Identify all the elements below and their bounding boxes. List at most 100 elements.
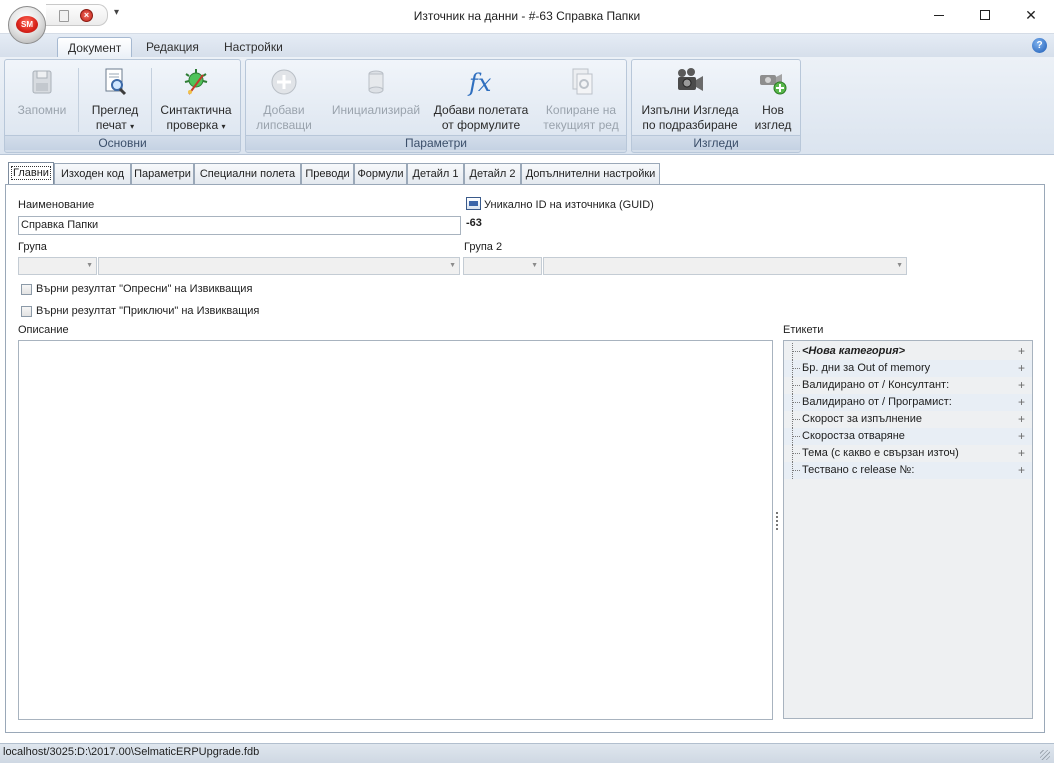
tab-parameters[interactable]: Параметри — [131, 163, 194, 184]
plus-icon[interactable]: + — [1018, 343, 1025, 359]
group-code-combo[interactable]: ▼ — [18, 257, 97, 275]
resize-grip-icon[interactable] — [1040, 750, 1050, 760]
group-label-views: Изгледи — [632, 135, 800, 150]
run-default-view-button[interactable]: Изпълни Изгледа по подразбиране — [636, 64, 744, 136]
guid-value: -63 — [466, 217, 482, 229]
separator — [78, 68, 79, 132]
initialize-button[interactable]: Инициализирай — [326, 64, 426, 136]
ribbon-group-views: Изпълни Изгледа по подразбиране Нов изгл… — [631, 59, 801, 153]
tags-tree: <Нова категория> + Бр. дни за Out of mem… — [783, 340, 1033, 719]
minimize-button[interactable] — [916, 0, 962, 31]
tree-line — [792, 428, 800, 445]
group-label: Група — [18, 241, 47, 253]
tag-item-label: Тема (с какво е свързан източ) — [802, 447, 959, 459]
tag-item[interactable]: Бр. дни за Out of memory + — [784, 360, 1032, 377]
tag-item-new-category[interactable]: <Нова категория> + — [784, 343, 1032, 360]
tag-item-label: Бр. дни за Out of memory — [802, 362, 931, 374]
tree-line — [792, 377, 800, 394]
chevron-down-icon: ▼ — [86, 262, 93, 269]
save-ribbon-button[interactable]: Запомни — [7, 64, 77, 136]
tab-document[interactable]: Документ — [57, 37, 133, 58]
group2-label: Група 2 — [464, 241, 503, 253]
plus-icon[interactable]: + — [1018, 394, 1025, 410]
syntax-check-button[interactable]: Синтактична проверка ▾ — [153, 64, 239, 136]
add-formula-fields-button[interactable]: fx Добави полетата от формулите — [431, 64, 531, 136]
tab-main[interactable]: Главни — [8, 162, 54, 185]
tab-source-code[interactable]: Изходен код — [54, 163, 131, 184]
tag-item[interactable]: Скорост за изпълнение + — [784, 411, 1032, 428]
refresh-result-checkbox[interactable] — [21, 284, 32, 295]
svg-text:fx: fx — [467, 69, 492, 97]
name-label: Наименование — [18, 199, 95, 211]
group-name-combo[interactable]: ▼ — [98, 257, 460, 275]
plus-icon[interactable]: + — [1018, 428, 1025, 444]
add-missing-label-2: липсващи — [256, 118, 312, 132]
tab-settings[interactable]: Настройки — [214, 37, 293, 58]
tree-line — [792, 445, 800, 462]
fx-icon: fx — [465, 66, 497, 98]
tag-item[interactable]: Валидирано от / Програмист: + — [784, 394, 1032, 411]
add-missing-button[interactable]: Добави липсващи — [250, 64, 318, 136]
close-button[interactable]: ✕ — [1008, 0, 1054, 31]
add-formula-fields-label-2: от формулите — [441, 118, 521, 132]
tag-item[interactable]: Тествано с release №: + — [784, 462, 1032, 479]
tab-detail-1[interactable]: Детайл 1 — [407, 163, 464, 184]
tab-formulas[interactable]: Формули — [354, 163, 407, 184]
chevron-down-icon: ▼ — [531, 262, 538, 269]
new-view-button[interactable]: Нов изглед — [748, 64, 798, 136]
description-textarea[interactable] — [18, 340, 773, 720]
minimize-icon — [934, 15, 944, 16]
plus-icon[interactable]: + — [1018, 462, 1025, 478]
app-logo-icon: SM — [16, 16, 38, 33]
plus-icon[interactable]: + — [1018, 360, 1025, 376]
group-label-basic: Основни — [5, 135, 240, 150]
tag-item[interactable]: Валидирано от / Консултант: + — [784, 377, 1032, 394]
application-menu-button[interactable]: SM — [8, 6, 46, 44]
plus-icon[interactable]: + — [1018, 411, 1025, 427]
ribbon: Запомни Преглед печат ▾ Синтактична пров… — [0, 57, 1054, 155]
tag-item-label: Скорост за изпълнение — [802, 413, 923, 425]
help-icon[interactable]: ? — [1032, 38, 1047, 53]
print-preview-button[interactable]: Преглед печат ▾ — [80, 64, 150, 136]
separator — [151, 68, 152, 132]
database-path: localhost/3025:D:\2017.00\SelmaticERPUpg… — [3, 746, 260, 758]
maximize-icon — [980, 10, 990, 20]
run-default-view-label-2: по подразбиране — [642, 118, 738, 132]
tags-label: Етикети — [783, 324, 824, 336]
tab-translations[interactable]: Преводи — [301, 163, 354, 184]
syntax-check-label-1: Синтактична — [160, 103, 232, 117]
group2-name-combo[interactable]: ▼ — [543, 257, 907, 275]
copy-current-row-button[interactable]: Копиране на текущият ред — [538, 64, 624, 136]
tree-line — [792, 360, 800, 377]
tab-additional-settings[interactable]: Допълнителни настройки — [521, 163, 660, 184]
guid-icon — [466, 197, 481, 210]
initialize-icon — [360, 66, 392, 98]
plus-icon[interactable]: + — [1018, 377, 1025, 393]
tag-item-label: Тествано с release №: — [802, 464, 915, 476]
tag-item[interactable]: Скоростза отваряне + — [784, 428, 1032, 445]
tag-item[interactable]: Тема (с какво е свързан източ) + — [784, 445, 1032, 462]
finish-result-checkbox[interactable] — [21, 306, 32, 317]
chevron-down-icon: ▼ — [449, 262, 456, 269]
group-label-parameters: Параметри — [246, 135, 626, 150]
syntax-check-label-2: проверка — [166, 118, 219, 132]
maximize-button[interactable] — [962, 0, 1008, 31]
copy-current-row-label-2: текущият ред — [543, 118, 619, 132]
panel-splitter[interactable] — [776, 322, 780, 718]
close-icon: ✕ — [1025, 7, 1037, 23]
plus-icon[interactable]: + — [1018, 445, 1025, 461]
tab-special-fields[interactable]: Специални полета — [194, 163, 301, 184]
group2-code-combo[interactable]: ▼ — [463, 257, 542, 275]
tab-detail-2[interactable]: Детайл 2 — [464, 163, 521, 184]
guid-label: Уникално ID на източника (GUID) — [484, 199, 654, 211]
run-view-icon — [674, 66, 706, 98]
tab-edit[interactable]: Редакция — [136, 37, 209, 58]
save-icon — [26, 66, 58, 98]
tag-item-label: <Нова категория> — [802, 345, 905, 357]
name-input[interactable]: Справка Папки — [18, 216, 461, 235]
syntax-check-icon — [180, 66, 212, 98]
tree-line — [792, 462, 800, 479]
initialize-label: Инициализирай — [331, 103, 421, 117]
print-preview-label-2: печат — [95, 118, 127, 132]
copy-row-icon — [565, 66, 597, 98]
